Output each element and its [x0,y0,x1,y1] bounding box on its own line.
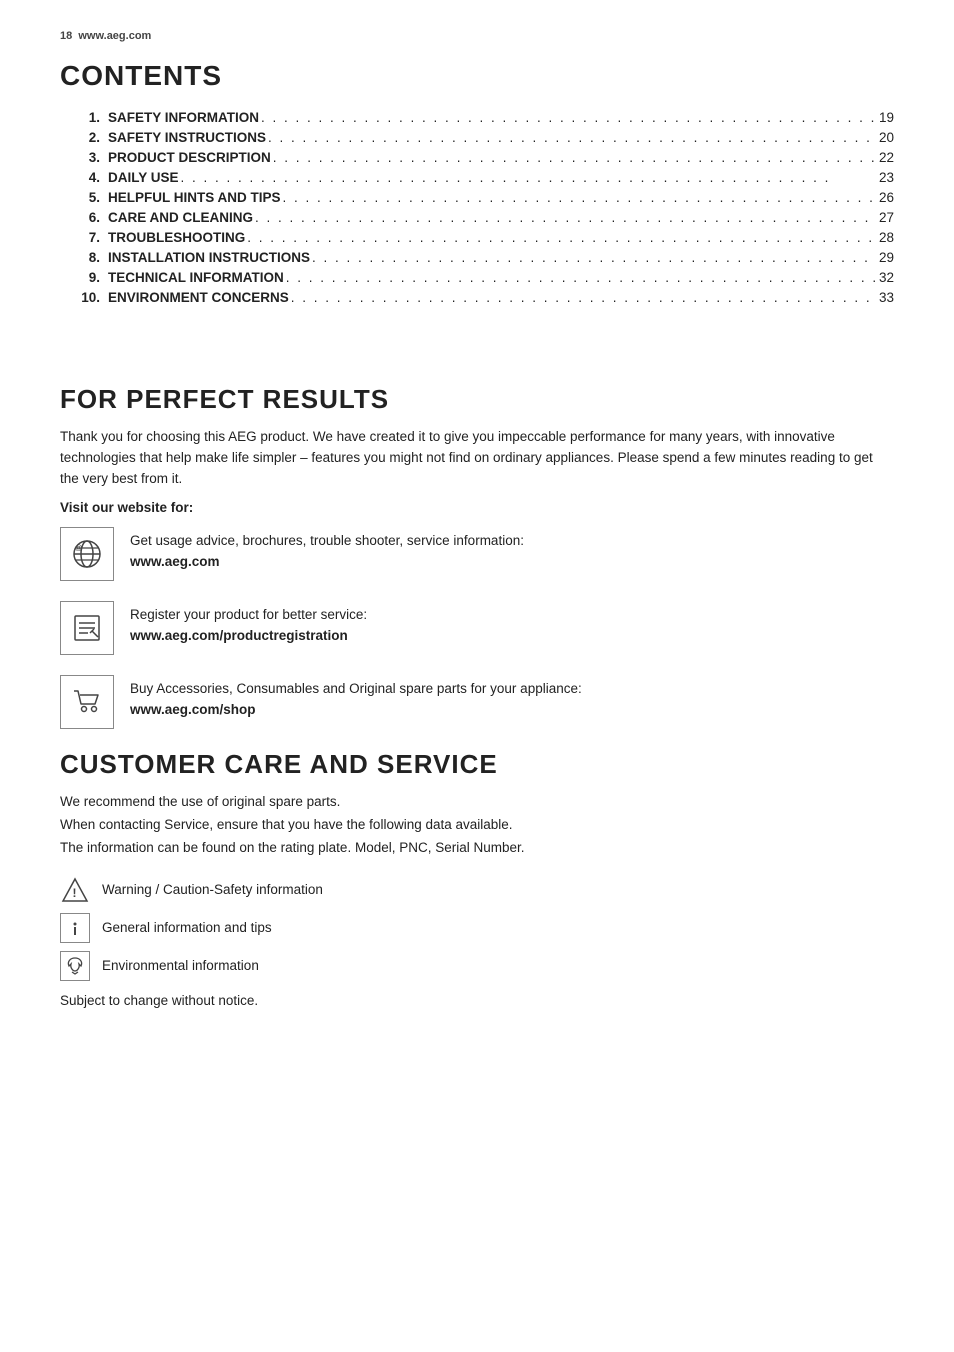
toc-label: PRODUCT DESCRIPTION [108,150,271,165]
legend-row: ! Warning / Caution-Safety information [60,875,894,905]
toc-num: 7. [80,230,108,245]
icon-text-plain: Register your product for better service… [130,607,367,622]
toc-num: 10. [80,290,108,305]
info-icon [60,913,90,943]
toc-dots: . . . . . . . . . . . . . . . . . . . . … [289,290,875,306]
toc-dots: . . . . . . . . . . . . . . . . . . . . … [266,130,875,146]
toc-row: 4.DAILY USE . . . . . . . . . . . . . . … [80,170,894,186]
toc-label: ENVIRONMENT CONCERNS [108,290,289,305]
customer-care-section: CUSTOMER CARE AND SERVICE We recommend t… [60,749,894,1008]
toc-num: 4. [80,170,108,185]
toc-row: 3.PRODUCT DESCRIPTION . . . . . . . . . … [80,150,894,166]
legend-label: Environmental information [102,958,259,973]
toc-label: SAFETY INFORMATION [108,110,259,125]
toc-row: 9.TECHNICAL INFORMATION . . . . . . . . … [80,270,894,286]
toc-label: TECHNICAL INFORMATION [108,270,284,285]
website-header: www.aeg.com [78,30,151,42]
toc-row: 2.SAFETY INSTRUCTIONS . . . . . . . . . … [80,130,894,146]
customer-care-lines: We recommend the use of original spare p… [60,792,894,859]
icon-description: Buy Accessories, Consumables and Origina… [130,675,582,721]
legend-label: General information and tips [102,920,272,935]
toc-dots: . . . . . . . . . . . . . . . . . . . . … [245,230,875,246]
toc-page: 32 [875,270,894,285]
svg-text:!: ! [73,886,77,900]
icon-text-plain: Get usage advice, brochures, trouble sho… [130,533,524,548]
toc-page: 26 [875,190,894,205]
toc-dots: . . . . . . . . . . . . . . . . . . . . … [271,150,875,166]
icon-description: Register your product for better service… [130,601,367,647]
toc-num: 9. [80,270,108,285]
toc-label: CARE AND CLEANING [108,210,253,225]
toc-row: 8.INSTALLATION INSTRUCTIONS . . . . . . … [80,250,894,266]
toc-row: 5.HELPFUL HINTS AND TIPS . . . . . . . .… [80,190,894,206]
toc-num: 1. [80,110,108,125]
page-header: 18 www.aeg.com [60,30,894,42]
legend-row: Environmental information [60,951,894,981]
toc-page: 33 [875,290,894,305]
toc-page: 28 [875,230,894,245]
toc-page: 29 [875,250,894,265]
toc-label: INSTALLATION INSTRUCTIONS [108,250,310,265]
toc-row: 1.SAFETY INFORMATION . . . . . . . . . .… [80,110,894,126]
toc-num: 3. [80,150,108,165]
icon-text-plain: Buy Accessories, Consumables and Origina… [130,681,582,696]
toc-label: TROUBLESHOOTING [108,230,245,245]
visit-label: Visit our website for: [60,500,894,515]
environment-icon [60,951,90,981]
customer-care-line: We recommend the use of original spare p… [60,792,894,813]
toc-list: 1.SAFETY INFORMATION . . . . . . . . . .… [60,110,894,306]
customer-care-line: The information can be found on the rati… [60,838,894,859]
legend-label: Warning / Caution-Safety information [102,882,323,897]
spacer2 [60,861,894,875]
subject-to-change: Subject to change without notice. [60,993,894,1008]
toc-row: 10.ENVIRONMENT CONCERNS . . . . . . . . … [80,290,894,306]
icon-text-bold: www.aeg.com/productregistration [130,628,348,643]
toc-dots: . . . . . . . . . . . . . . . . . . . . … [179,170,875,186]
for-perfect-title: FOR PERFECT RESULTS [60,384,894,415]
website-icon-row: Register your product for better service… [60,601,894,655]
toc-page: 20 [875,130,894,145]
toc-dots: . . . . . . . . . . . . . . . . . . . . … [281,190,875,206]
register-icon [60,601,114,655]
toc-num: 2. [80,130,108,145]
icon-description: Get usage advice, brochures, trouble sho… [130,527,524,573]
toc-page: 23 [875,170,894,185]
cart-icon [60,675,114,729]
icon-text-bold: www.aeg.com [130,554,220,569]
icon-rows-container: @ Get usage advice, brochures, trouble s… [60,527,894,729]
toc-dots: . . . . . . . . . . . . . . . . . . . . … [284,270,875,286]
svg-text:@: @ [75,545,82,552]
icon-text-bold: www.aeg.com/shop [130,702,256,717]
toc-dots: . . . . . . . . . . . . . . . . . . . . … [253,210,875,226]
for-perfect-body: Thank you for choosing this AEG product.… [60,427,894,490]
contents-title: CONTENTS [60,60,894,92]
toc-dots: . . . . . . . . . . . . . . . . . . . . … [310,250,875,266]
toc-row: 7.TROUBLESHOOTING . . . . . . . . . . . … [80,230,894,246]
toc-page: 22 [875,150,894,165]
toc-page: 27 [875,210,894,225]
page-number: 18 [60,30,72,42]
for-perfect-section: FOR PERFECT RESULTS Thank you for choosi… [60,384,894,729]
legend-row: General information and tips [60,913,894,943]
customer-care-line: When contacting Service, ensure that you… [60,815,894,836]
legend-container: ! Warning / Caution-Safety information G… [60,875,894,981]
globe-icon: @ [60,527,114,581]
toc-page: 19 [875,110,894,125]
toc-label: SAFETY INSTRUCTIONS [108,130,266,145]
toc-dots: . . . . . . . . . . . . . . . . . . . . … [259,110,875,126]
spacer1 [60,314,894,374]
warning-icon: ! [60,875,90,905]
toc-label: HELPFUL HINTS AND TIPS [108,190,281,205]
toc-num: 8. [80,250,108,265]
toc-num: 6. [80,210,108,225]
website-icon-row: Buy Accessories, Consumables and Origina… [60,675,894,729]
website-icon-row: @ Get usage advice, brochures, trouble s… [60,527,894,581]
toc-num: 5. [80,190,108,205]
toc-row: 6.CARE AND CLEANING . . . . . . . . . . … [80,210,894,226]
customer-care-title: CUSTOMER CARE AND SERVICE [60,749,894,780]
toc-label: DAILY USE [108,170,179,185]
